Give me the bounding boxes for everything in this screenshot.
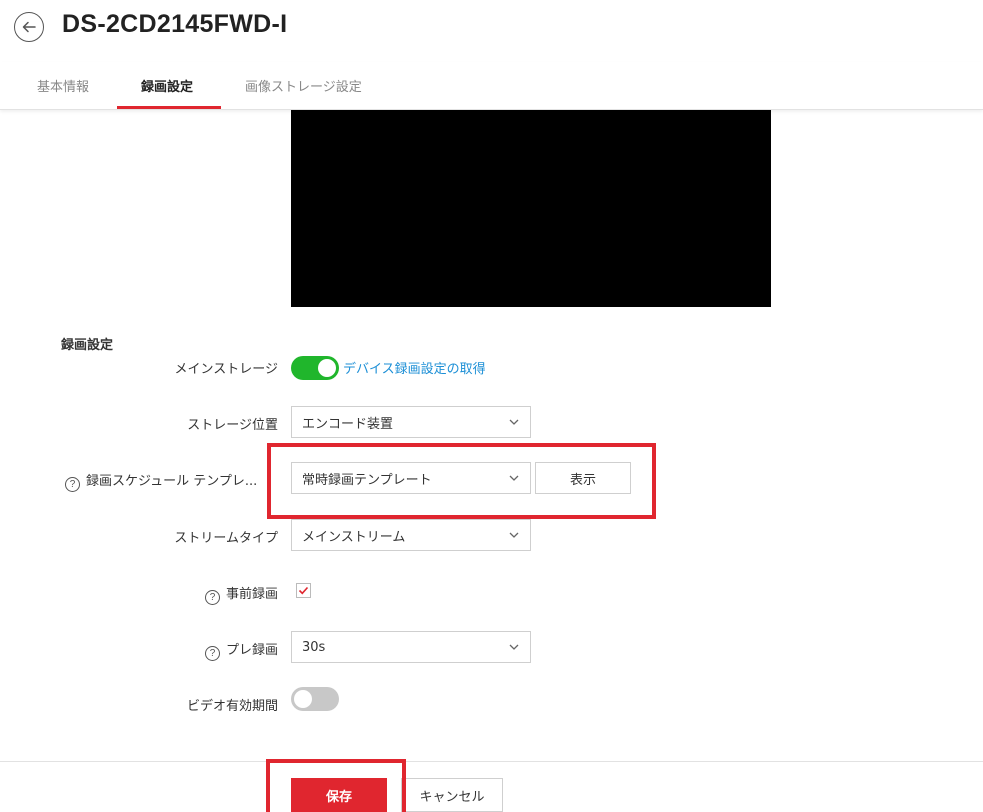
chevron-down-icon <box>509 644 519 650</box>
tab-image-storage-settings[interactable]: 画像ストレージ設定 <box>245 76 362 95</box>
footer-divider <box>0 761 983 762</box>
pre-record-time-value: 30s <box>302 639 326 655</box>
help-icon[interactable]: ? <box>204 646 220 661</box>
video-validity-label: ビデオ有効期間 <box>186 699 278 714</box>
annotation-highlight-box <box>266 759 406 812</box>
stream-type-value: メインストリーム <box>302 529 406 545</box>
checkmark-icon <box>298 586 309 595</box>
get-device-recording-settings-link[interactable]: デバイス録画設定の取得 <box>343 358 486 377</box>
schedule-template-label: 録画スケジュール テンプレ... <box>86 474 258 489</box>
pre-record-label: 事前録画 <box>225 587 278 602</box>
help-icon[interactable]: ? <box>204 590 220 605</box>
back-button[interactable] <box>14 12 44 42</box>
arrow-left-icon <box>22 21 36 33</box>
storage-location-label: ストレージ位置 <box>187 418 278 433</box>
page-title: DS-2CD2145FWD-I <box>62 10 288 38</box>
main-storage-toggle[interactable] <box>291 356 339 380</box>
section-title: 録画設定 <box>61 338 114 353</box>
active-tab-indicator <box>117 106 221 109</box>
chevron-down-icon <box>509 532 519 538</box>
pre-record-time-select[interactable]: 30s <box>291 631 531 663</box>
pre-record-checkbox[interactable] <box>296 583 311 598</box>
video-validity-toggle[interactable] <box>291 687 339 711</box>
toggle-knob <box>318 359 336 377</box>
stream-type-select[interactable]: メインストリーム <box>291 519 531 551</box>
tab-recording-settings[interactable]: 録画設定 <box>141 76 193 95</box>
toggle-knob <box>294 690 312 708</box>
cancel-button[interactable]: キャンセル <box>401 778 503 812</box>
chevron-down-icon <box>509 419 519 425</box>
schedule-template-label-wrap: ? 録画スケジュール テンプレ... <box>65 470 257 492</box>
page-header: DS-2CD2145FWD-I <box>0 0 983 60</box>
tab-basic-info[interactable]: 基本情報 <box>37 76 89 95</box>
pre-record-time-label-wrap: ? プレ録画 <box>204 639 278 661</box>
main-storage-label: メインストレージ <box>174 362 278 377</box>
tab-bar: 基本情報 録画設定 画像ストレージ設定 <box>0 62 983 110</box>
pre-record-time-label: プレ録画 <box>225 643 278 658</box>
storage-location-select[interactable]: エンコード装置 <box>291 406 531 438</box>
storage-location-value: エンコード装置 <box>302 416 394 432</box>
pre-record-label-wrap: ? 事前録画 <box>204 583 278 605</box>
annotation-highlight-box <box>267 443 656 519</box>
video-preview <box>291 110 771 307</box>
stream-type-label: ストリームタイプ <box>174 531 278 546</box>
help-icon[interactable]: ? <box>65 477 80 492</box>
